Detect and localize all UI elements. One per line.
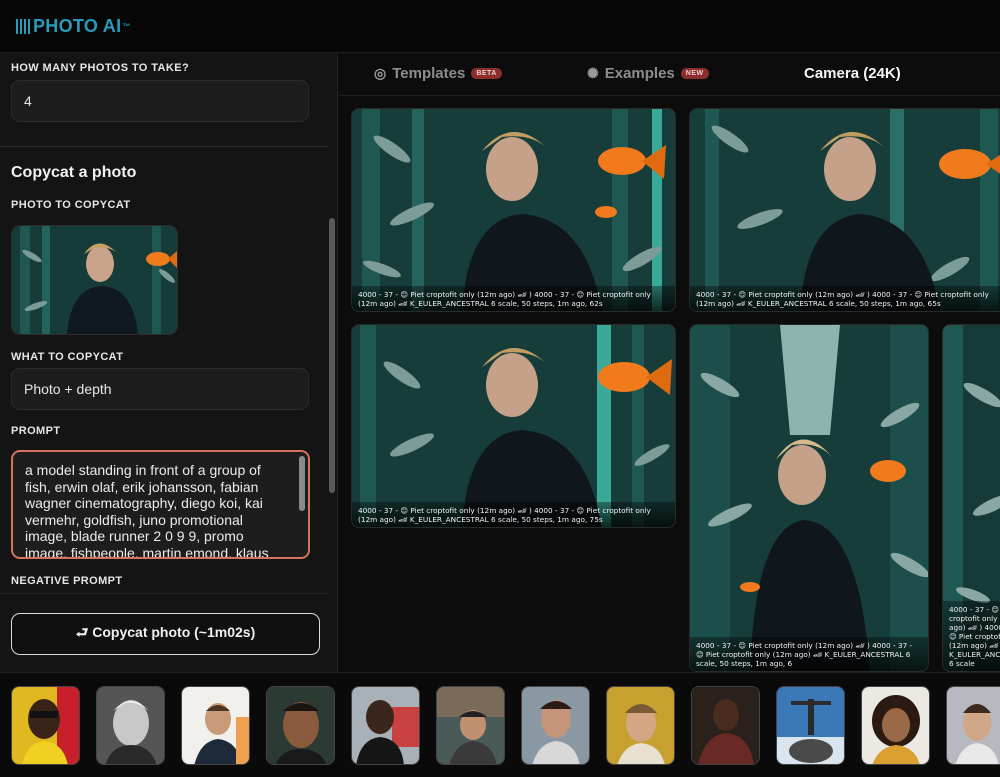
result-caption: 4000 - 37 - 😊 Piet croptofit only (12m a… — [352, 502, 675, 527]
result-photo[interactable]: 4000 - 37 - 😊 Piet croptofit only (12m a… — [689, 108, 1000, 312]
spiral-icon: ◎ — [374, 65, 387, 81]
model-thumbnail[interactable] — [776, 686, 845, 765]
results-panel: ◎ Templates BETA ✺ Examples NEW Camera (… — [339, 53, 1000, 672]
tab-examples[interactable]: ✺ Examples NEW — [587, 65, 709, 82]
photos-count-input[interactable]: 4 — [11, 80, 309, 122]
model-thumbnail[interactable] — [861, 686, 930, 765]
model-thumbnail[interactable] — [266, 686, 335, 765]
result-photo[interactable]: 4000 - 37 - 😊 Piet croptofit only (12m a… — [689, 324, 929, 672]
model-thumbnail[interactable] — [11, 686, 80, 765]
beta-badge: BETA — [471, 68, 502, 79]
model-thumbnail[interactable] — [351, 686, 420, 765]
negative-prompt-label: NEGATIVE PROMPT — [11, 575, 123, 587]
tab-examples-label: Examples — [604, 65, 675, 82]
model-thumbnail[interactable] — [96, 686, 165, 765]
tab-camera[interactable]: Camera (24K) — [804, 65, 901, 82]
tab-templates[interactable]: ◎ Templates BETA — [374, 65, 502, 82]
tab-templates-label: Templates — [392, 65, 466, 82]
logo[interactable]: PHOTO AI ™ — [16, 16, 131, 37]
model-thumbnail[interactable] — [436, 686, 505, 765]
new-badge: NEW — [680, 68, 709, 79]
what-to-copycat-label: WHAT TO COPYCAT — [11, 351, 124, 363]
model-thumbnail[interactable] — [181, 686, 250, 765]
section-divider — [0, 146, 328, 147]
model-thumbnail[interactable] — [691, 686, 760, 765]
model-thumbnail[interactable] — [946, 686, 1000, 765]
photo-to-copycat-label: PHOTO TO COPYCAT — [11, 199, 131, 211]
photos-count-label: HOW MANY PHOTOS TO TAKE? — [11, 62, 190, 74]
logo-text: PHOTO AI — [33, 15, 122, 36]
logo-bars-icon — [16, 18, 30, 34]
result-caption: 4000 - 37 - 😊 Piet croptofit only (12m a… — [690, 637, 928, 671]
result-caption: 4000 - 37 - 😊 Piet croptofit only (12m a… — [352, 286, 675, 311]
action-bar: ⮐ Copycat photo (~1m02s) — [0, 593, 328, 672]
copycat-section-title: Copycat a photo — [11, 164, 137, 181]
tab-camera-label: Camera (24K) — [804, 65, 901, 82]
model-thumbnail[interactable] — [521, 686, 590, 765]
result-photo[interactable]: 4000 - 37 - 😊 Piet croptofit only (12m a… — [942, 324, 1000, 672]
result-photo[interactable]: 4000 - 37 - 😊 Piet croptofit only (12m a… — [351, 324, 676, 528]
result-caption: 4000 - 37 - 😊 Piet croptofit only (12m a… — [690, 286, 1000, 311]
what-to-copycat-select[interactable]: Photo + depth — [11, 368, 309, 410]
logo-trademark: ™ — [122, 21, 131, 31]
top-bar: PHOTO AI ™ — [0, 0, 1000, 53]
result-caption: 4000 - 37 - 😊 Piet croptofit only (12m a… — [943, 601, 1000, 671]
model-strip — [0, 672, 1000, 777]
prompt-scrollbar[interactable] — [299, 456, 305, 511]
settings-panel: HOW MANY PHOTOS TO TAKE? 4 Copycat a pho… — [0, 53, 338, 672]
panel-scrollbar[interactable] — [329, 218, 335, 493]
sparkle-icon: ✺ — [587, 65, 599, 81]
prompt-textarea[interactable]: a model standing in front of a group of … — [11, 450, 310, 559]
copycat-photo-thumbnail[interactable] — [11, 225, 178, 335]
model-thumbnail[interactable] — [606, 686, 675, 765]
prompt-text: a model standing in front of a group of … — [25, 462, 269, 559]
copycat-photo-button[interactable]: ⮐ Copycat photo (~1m02s) — [11, 613, 320, 655]
results-tabs: ◎ Templates BETA ✺ Examples NEW Camera (… — [339, 53, 1000, 96]
result-photo[interactable]: 4000 - 37 - 😊 Piet croptofit only (12m a… — [351, 108, 676, 312]
prompt-label: PROMPT — [11, 425, 61, 437]
